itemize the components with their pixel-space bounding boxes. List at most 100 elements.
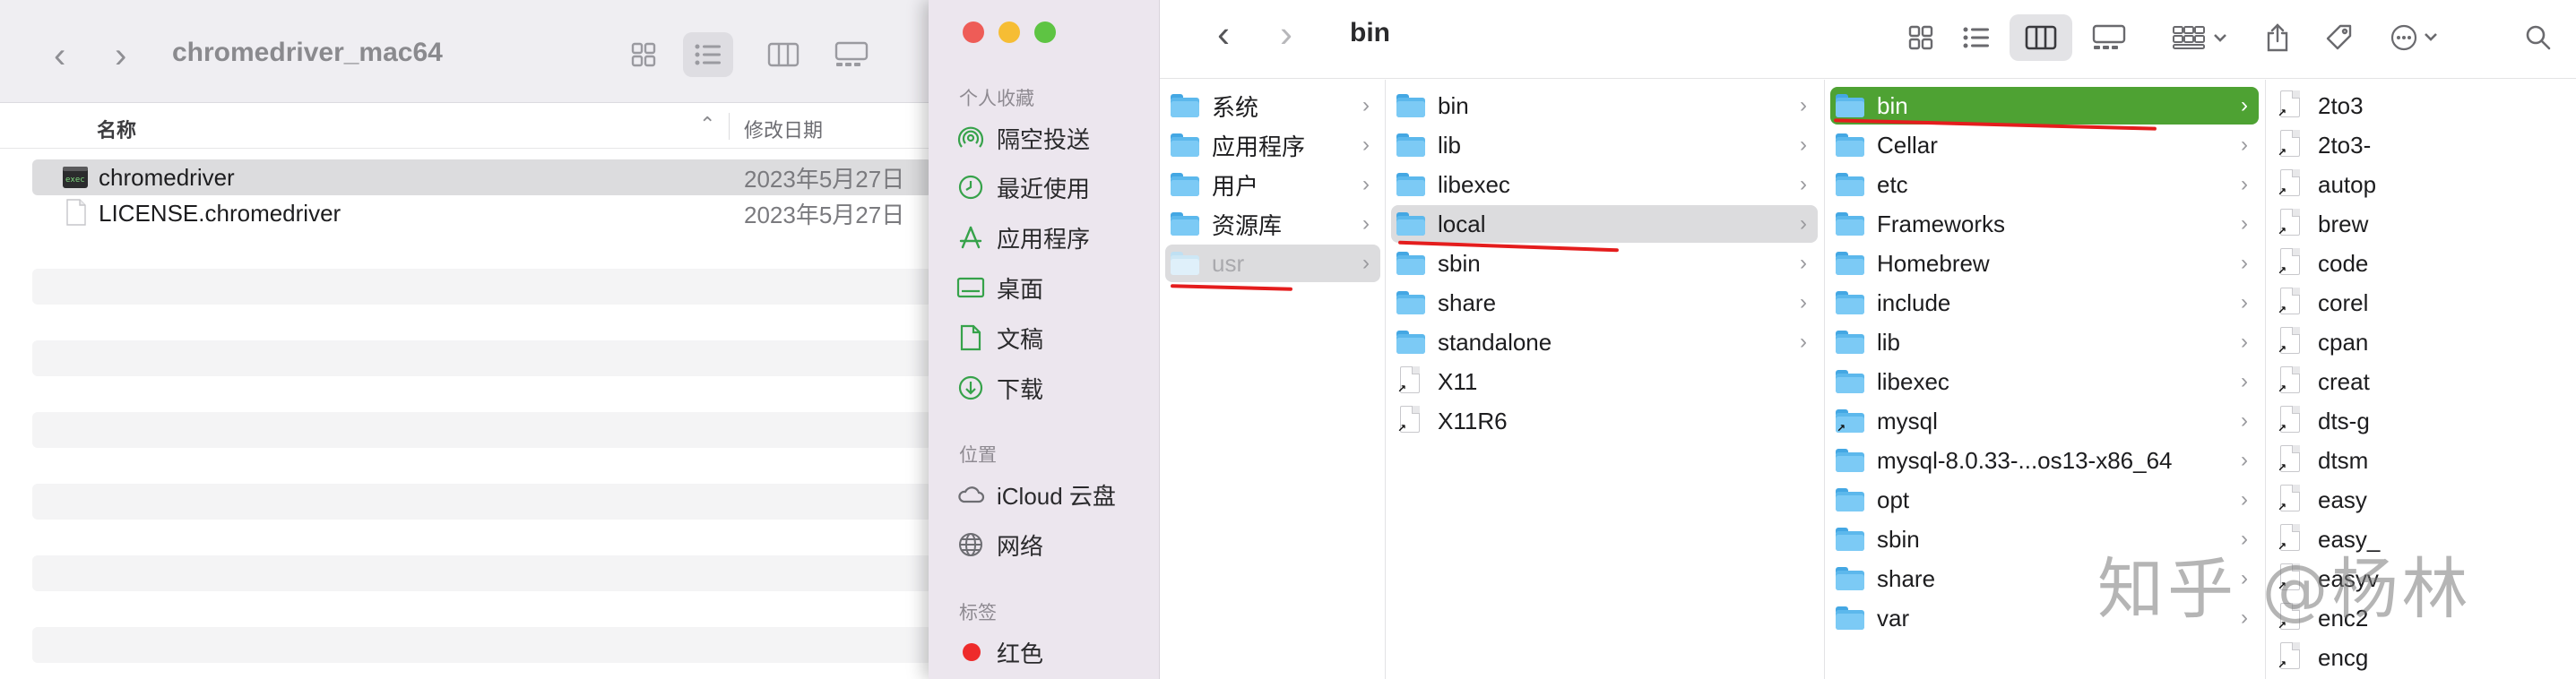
sidebar-item-red-tag[interactable]: 红色 xyxy=(955,631,1153,674)
item-label: Homebrew xyxy=(1877,249,1990,277)
gallery-view-icon[interactable] xyxy=(2083,14,2135,61)
file-row-chromedriver[interactable]: exec chromedriver 2023年5月27日 xyxy=(32,159,932,195)
list-view-icon[interactable] xyxy=(683,32,733,77)
name-column-header[interactable]: 名称 xyxy=(97,115,136,143)
folder-item-homebrew[interactable]: Homebrew › xyxy=(1830,245,2259,282)
back-window-title: chromedriver_mac64 xyxy=(172,38,443,67)
folder-item-share[interactable]: share › xyxy=(1391,284,1818,322)
item-label: lib xyxy=(1438,131,1462,159)
file-item[interactable]: ↗ dts-g xyxy=(2271,402,2576,440)
item-label: Cellar xyxy=(1877,131,1938,159)
item-label: libexec xyxy=(1438,170,1510,198)
folder-item-usr[interactable]: usr › xyxy=(1165,245,1380,282)
file-item[interactable]: ↗ encg xyxy=(2271,639,2576,676)
folder-item-system[interactable]: 系统 › xyxy=(1165,87,1380,125)
tag-icon[interactable] xyxy=(2316,14,2363,61)
back-nav-back-icon[interactable]: ‹ xyxy=(54,36,65,76)
empty-row-stripe xyxy=(32,484,932,520)
back-nav-forward-icon[interactable]: › xyxy=(115,36,126,76)
search-icon[interactable] xyxy=(2519,14,2558,61)
item-label: usr xyxy=(1212,249,1245,277)
column-view-icon[interactable] xyxy=(2010,14,2072,61)
folder-item-frameworks[interactable]: Frameworks › xyxy=(1830,205,2259,243)
sort-chevron-up-icon[interactable]: ⌃ xyxy=(699,113,715,136)
icon-view-icon[interactable] xyxy=(618,32,669,77)
item-label: dts-g xyxy=(2318,407,2370,434)
folder-icon xyxy=(1396,173,1425,196)
sidebar-item-network[interactable]: 网络 xyxy=(955,523,1153,566)
folder-item-applications[interactable]: 应用程序 › xyxy=(1165,126,1380,164)
item-label: mysql xyxy=(1877,407,1938,434)
list-view-icon[interactable] xyxy=(1954,14,1999,61)
chevron-right-icon: › xyxy=(1362,251,1370,275)
folder-icon xyxy=(1836,133,1864,157)
file-item[interactable]: ↗ 2to3- xyxy=(2271,126,2576,164)
date-column-header[interactable]: 修改日期 xyxy=(744,115,823,143)
empty-row-stripe xyxy=(32,269,932,305)
folder-item-etc[interactable]: etc › xyxy=(1830,166,2259,203)
chevron-right-icon: › xyxy=(2241,290,2248,314)
nav-back-icon[interactable]: ‹ xyxy=(1217,13,1230,56)
back-window-toolbar: ‹ › chromedriver_mac64 xyxy=(0,0,932,103)
minimize-window-button[interactable] xyxy=(998,21,1020,43)
sidebar-item-icloud[interactable]: iCloud 云盘 xyxy=(955,473,1153,516)
folder-item-libexec[interactable]: libexec › xyxy=(1830,363,2259,400)
sidebar-item-documents[interactable]: 文稿 xyxy=(955,316,1153,359)
file-item[interactable]: ↗ 2to3 xyxy=(2271,87,2576,125)
folder-item-lib[interactable]: lib › xyxy=(1830,323,2259,361)
file-item[interactable]: ↗ dtsm xyxy=(2271,442,2576,479)
file-item[interactable]: ↗ corel xyxy=(2271,284,2576,322)
column-divider[interactable] xyxy=(729,113,730,140)
group-by-icon[interactable] xyxy=(2167,14,2235,61)
folder-item-users[interactable]: 用户 › xyxy=(1165,166,1380,203)
folder-item-library[interactable]: 资源库 › xyxy=(1165,205,1380,243)
column-usr: bin › lib › libexec › local › sbin › share › s… xyxy=(1386,80,1825,679)
nav-forward-icon[interactable]: › xyxy=(1280,13,1292,56)
zoom-window-button[interactable] xyxy=(1034,21,1056,43)
chevron-right-icon: › xyxy=(1362,93,1370,117)
file-item[interactable]: ↗ creat xyxy=(2271,363,2576,400)
sidebar-item-recents[interactable]: 最近使用 xyxy=(955,166,1153,209)
item-label: standalone xyxy=(1438,328,1552,356)
sidebar-item-label: 桌面 xyxy=(997,275,1044,303)
file-item[interactable]: ↗ autop xyxy=(2271,166,2576,203)
item-label: sbin xyxy=(1877,525,1920,553)
alias-item-x11[interactable]: ↗ X11 xyxy=(1391,363,1818,400)
folder-item-include[interactable]: include › xyxy=(1830,284,2259,322)
column-view-icon[interactable] xyxy=(758,32,808,77)
item-label: 资源库 xyxy=(1212,211,1283,239)
folder-item-opt[interactable]: opt › xyxy=(1830,481,2259,519)
folder-item-cellar[interactable]: Cellar › xyxy=(1830,126,2259,164)
folder-item-lib[interactable]: lib › xyxy=(1391,126,1818,164)
alias-item-x11r6[interactable]: ↗ X11R6 xyxy=(1391,402,1818,440)
folder-item-libexec[interactable]: libexec › xyxy=(1391,166,1818,203)
icon-view-icon[interactable] xyxy=(1898,14,1943,61)
file-row-license[interactable]: LICENSE.chromedriver 2023年5月27日 xyxy=(32,195,932,231)
alias-arrow-icon: ↗ xyxy=(2278,422,2287,434)
folder-item-standalone[interactable]: standalone › xyxy=(1391,323,1818,361)
gallery-view-icon[interactable] xyxy=(826,32,877,77)
sidebar-item-applications[interactable]: 应用程序 xyxy=(955,216,1153,259)
folder-item-mysql-8[interactable]: mysql-8.0.33-...os13-x86_64 › xyxy=(1830,442,2259,479)
more-actions-icon[interactable] xyxy=(2384,14,2454,61)
folder-alias-item-mysql[interactable]: ↗ mysql › xyxy=(1830,402,2259,440)
sidebar-item-airdrop[interactable]: 隔空投送 xyxy=(955,116,1153,159)
folder-item-local[interactable]: local › xyxy=(1391,205,1818,243)
item-label: encg xyxy=(2318,643,2369,671)
alias-arrow-icon: ↗ xyxy=(2278,461,2287,474)
folder-icon xyxy=(1836,173,1864,196)
sidebar-item-downloads[interactable]: 下载 xyxy=(955,366,1153,409)
folder-item-bin[interactable]: bin › xyxy=(1391,87,1818,125)
file-item[interactable]: ↗ brew xyxy=(2271,205,2576,243)
folder-item-bin-selected[interactable]: bin › xyxy=(1830,87,2259,125)
close-window-button[interactable] xyxy=(963,21,984,43)
file-item[interactable]: ↗ easy xyxy=(2271,481,2576,519)
item-label: share xyxy=(1877,564,1936,592)
sidebar-item-desktop[interactable]: 桌面 xyxy=(955,266,1153,309)
file-item[interactable]: ↗ cpan xyxy=(2271,323,2576,361)
sidebar-section-tags: 标签 xyxy=(959,603,997,623)
document-icon xyxy=(66,199,86,230)
sidebar-item-label: 红色 xyxy=(997,640,1044,667)
share-icon[interactable] xyxy=(2255,14,2300,61)
file-item[interactable]: ↗ code xyxy=(2271,245,2576,282)
